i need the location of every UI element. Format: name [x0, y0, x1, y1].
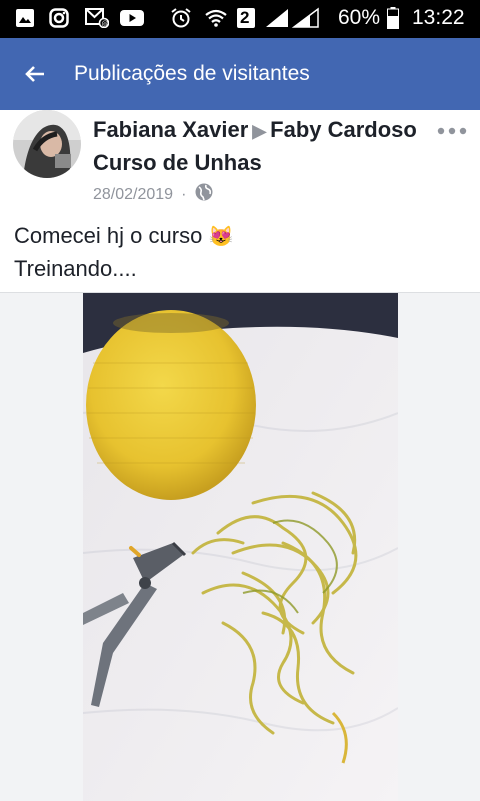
battery-icon	[387, 7, 399, 29]
post-meta: 28/02/2019 ·	[93, 182, 214, 207]
gallery-icon	[14, 7, 36, 29]
post-photo[interactable]	[83, 293, 398, 801]
back-arrow-icon[interactable]	[22, 60, 50, 88]
more-options-icon[interactable]	[437, 124, 467, 136]
sim-slot-label: 2	[240, 8, 250, 27]
post-text-line-1: Comecei hj o curso	[14, 223, 203, 248]
status-bar: @ 2 60% 13:22	[0, 0, 480, 38]
share-arrow-icon: ▶	[252, 121, 267, 141]
post-text-line-2: Treinando....	[14, 256, 137, 281]
heart-eyes-cat-emoji: 😻	[208, 226, 234, 248]
app-bar: Publicações de visitantes	[0, 38, 480, 110]
post-photo-container	[0, 292, 480, 801]
post-author-line: Fabiana Xavier ▶ Faby Cardoso Curso de Unh…	[93, 114, 423, 179]
avatar[interactable]	[13, 110, 81, 178]
meta-separator: ·	[181, 185, 187, 203]
author-name[interactable]: Fabiana Xavier	[93, 117, 248, 142]
clock: 13:22	[412, 6, 465, 29]
post-text: Comecei hj o curso 😻 Treinando....	[14, 220, 233, 285]
globe-icon	[194, 182, 214, 207]
alarm-icon	[170, 7, 192, 29]
instagram-icon	[48, 7, 70, 29]
post-date[interactable]: 28/02/2019	[93, 186, 173, 204]
signal-icon	[264, 7, 320, 29]
outlook-icon: @	[84, 7, 110, 29]
wifi-icon	[204, 7, 228, 29]
battery-percent: 60%	[338, 6, 381, 29]
svg-text:@: @	[102, 20, 109, 28]
page-title: Publicações de visitantes	[74, 62, 310, 85]
youtube-icon	[120, 7, 144, 29]
